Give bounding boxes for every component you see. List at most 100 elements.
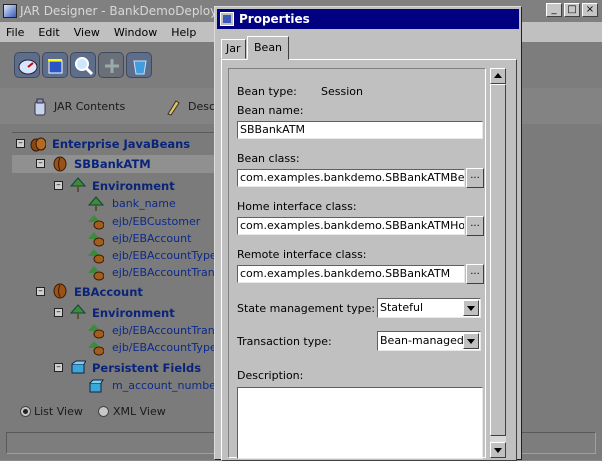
tree-leaf-icon — [88, 196, 104, 211]
env-item[interactable]: ejb/EBAccount — [112, 230, 191, 248]
bean-type-label: Bean type: — [237, 85, 297, 98]
app-icon — [3, 4, 17, 18]
collapse-toggle[interactable]: – — [16, 139, 25, 148]
menu-edit[interactable]: Edit — [38, 26, 59, 39]
bean-name-input[interactable]: SBBankATM — [237, 121, 483, 139]
state-management-select[interactable]: Stateful — [377, 298, 481, 318]
scroll-thumb[interactable] — [490, 84, 506, 436]
list-view-radio[interactable] — [20, 406, 31, 417]
search-tool-button[interactable] — [70, 52, 96, 78]
tree-environment-2[interactable]: Environment — [92, 304, 175, 322]
close-button[interactable]: × — [582, 3, 598, 17]
bean-class-label: Bean class: — [237, 152, 300, 165]
scroll-up-button[interactable] — [490, 68, 506, 84]
tab-bean[interactable]: Bean — [247, 36, 290, 60]
home-interface-label: Home interface class: — [237, 200, 357, 213]
ref-bean-icon — [88, 249, 104, 264]
tab-jar-contents[interactable]: JAR Contents — [28, 96, 125, 118]
state-management-label: State management type: — [237, 302, 376, 315]
tree-persistent-fields[interactable]: Persistent Fields — [92, 359, 201, 377]
collapse-toggle[interactable]: – — [36, 287, 45, 296]
env-item[interactable]: ejb/EBAccountTransa — [112, 264, 218, 282]
gauge-icon — [18, 59, 38, 75]
env-item[interactable]: ejb/EBAccountType — [112, 339, 217, 357]
bean-class-input[interactable]: com.examples.bankdemo.SBBankATMBean — [237, 169, 465, 187]
tree-root-label[interactable]: Enterprise JavaBeans — [52, 135, 190, 153]
collapse-toggle[interactable]: – — [54, 308, 63, 317]
dialog-titlebar[interactable]: Properties — [217, 9, 519, 29]
collapse-toggle[interactable]: – — [54, 181, 63, 190]
chevron-down-icon[interactable] — [463, 333, 479, 349]
magnifier-icon — [75, 57, 94, 76]
box-arrow-icon — [48, 59, 63, 74]
remote-interface-browse-button[interactable]: ... — [466, 264, 484, 284]
bean-tree[interactable]: – Enterprise JavaBeans – SBBankATM – Env… — [12, 132, 218, 400]
bean-name-label: Bean name: — [237, 104, 304, 117]
env-item[interactable]: ejb/EBAccountType — [112, 247, 217, 265]
ref-bean-icon — [88, 266, 104, 281]
tree-environment-1[interactable]: Environment — [92, 177, 175, 195]
description-label: Description: — [237, 369, 304, 382]
tree-bean-sbbankatm[interactable]: SBBankATM — [74, 155, 151, 173]
remote-interface-label: Remote interface class: — [237, 248, 367, 261]
transaction-type-select[interactable]: Bean-managed — [377, 331, 481, 351]
jar-icon — [34, 98, 46, 116]
bean-icon — [53, 156, 67, 172]
bean-type-value: Session — [321, 85, 363, 98]
menu-window[interactable]: Window — [114, 26, 157, 39]
dialog-icon — [220, 12, 234, 26]
list-view-label[interactable]: List View — [34, 404, 83, 420]
deploy-tool-button[interactable] — [42, 52, 68, 78]
form-scrollbar[interactable] — [490, 68, 506, 458]
tab-descriptor[interactable]: Desc — [162, 96, 215, 118]
ref-bean-icon — [88, 341, 104, 356]
menu-help[interactable]: Help — [171, 26, 196, 39]
add-tool-button[interactable] — [98, 52, 124, 78]
ref-bean-icon — [88, 324, 104, 339]
home-interface-input[interactable]: com.examples.bankdemo.SBBankATMHome — [237, 217, 465, 235]
xml-view-label[interactable]: XML View — [113, 404, 166, 420]
tree-env-icon — [70, 304, 86, 319]
plus-icon — [105, 59, 119, 73]
env-item[interactable]: bank_name — [112, 195, 176, 213]
state-management-value: Stateful — [380, 301, 424, 314]
menu-view[interactable]: View — [74, 26, 100, 39]
tab-descriptor-label: Desc — [188, 100, 216, 113]
description-textarea[interactable] — [237, 387, 483, 459]
dialog-title: Properties — [239, 12, 310, 26]
ref-bean-icon — [88, 232, 104, 247]
remote-interface-input[interactable]: com.examples.bankdemo.SBBankATM — [237, 265, 465, 283]
tree-env-icon — [70, 177, 86, 192]
bean-panel: Bean type: Session Bean name: SBBankATM … — [221, 59, 517, 461]
field-item[interactable]: m_account_number — [112, 377, 218, 395]
bean-icon — [53, 283, 67, 299]
transaction-type-value: Bean-managed — [380, 334, 464, 347]
bean-class-browse-button[interactable]: ... — [466, 168, 484, 188]
descriptor-icon — [167, 100, 180, 116]
transaction-type-label: Transaction type: — [237, 335, 332, 348]
tab-jar[interactable]: Jar — [221, 39, 246, 59]
minimize-button[interactable]: _ — [546, 3, 562, 17]
menu-file[interactable]: File — [6, 26, 24, 39]
maximize-button[interactable]: □ — [564, 3, 580, 17]
collapse-toggle[interactable]: – — [36, 159, 45, 168]
main-window-title: JAR Designer - BankDemoDeploy — [20, 4, 218, 18]
env-item[interactable]: ejb/EBAccountTransa — [112, 322, 218, 340]
collapse-toggle[interactable]: – — [54, 363, 63, 372]
chevron-down-icon[interactable] — [463, 300, 479, 316]
env-item[interactable]: ejb/EBCustomer — [112, 213, 200, 231]
ref-bean-icon — [88, 215, 104, 230]
scroll-down-button[interactable] — [490, 442, 506, 458]
home-interface-browse-button[interactable]: ... — [466, 216, 484, 236]
field-icon — [89, 379, 104, 393]
bean-properties-form: Bean type: Session Bean name: SBBankATM … — [228, 68, 486, 459]
dashboard-tool-button[interactable] — [14, 52, 40, 78]
properties-dialog: Properties Jar Bean Bean type: Session B… — [214, 6, 522, 461]
delete-tool-button[interactable] — [126, 52, 152, 78]
beans-icon — [30, 137, 46, 152]
tree-bean-ebaccount[interactable]: EBAccount — [74, 283, 143, 301]
tab-jar-contents-label: JAR Contents — [54, 100, 126, 113]
xml-view-radio[interactable] — [98, 406, 109, 417]
fields-icon — [71, 360, 86, 374]
trash-icon — [133, 60, 147, 75]
